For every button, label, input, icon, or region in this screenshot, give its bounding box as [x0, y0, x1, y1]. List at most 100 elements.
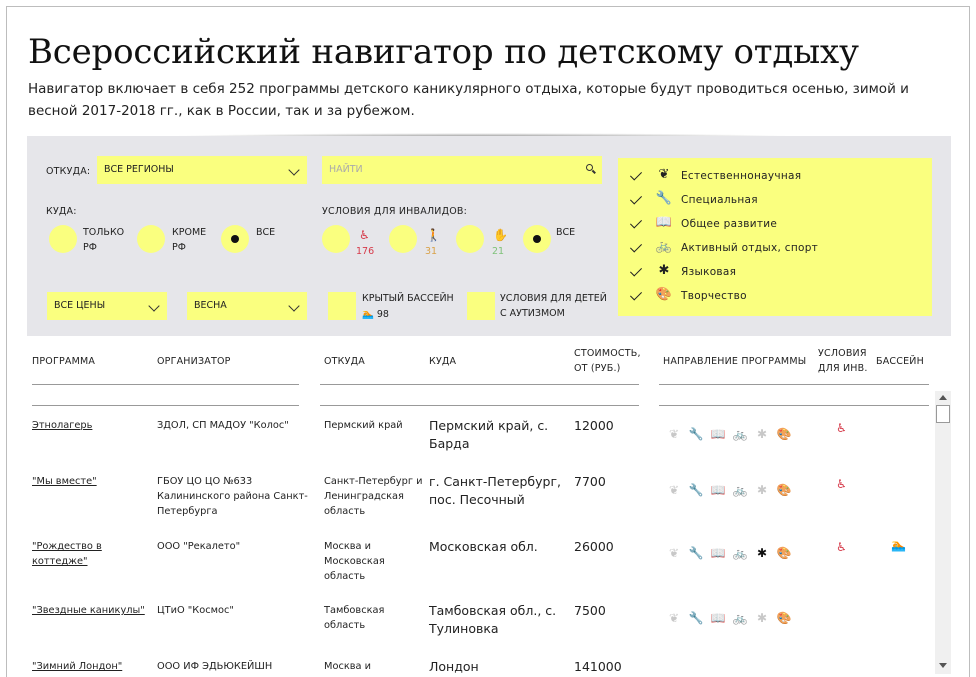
- leaf-icon: ❦: [668, 427, 680, 441]
- program-link[interactable]: "Рождество в коттедже": [32, 539, 147, 569]
- to-only-rf-label: ТОЛЬКО РФ: [83, 227, 125, 253]
- bicycle-icon: 🚲: [732, 483, 748, 497]
- from-label: ОТКУДА:: [46, 166, 91, 177]
- bicycle-icon: 🚲: [655, 239, 673, 254]
- directions-list: ❦ Естественнонаучная 🔧 Специальная 📖 Общ…: [618, 158, 932, 316]
- chevron-down-icon: [148, 300, 160, 312]
- palette-icon: 🎨: [776, 611, 792, 625]
- program-link[interactable]: Этнолагерь: [32, 418, 147, 433]
- organizer-cell: ООО "Рекалето": [157, 541, 241, 552]
- price-select[interactable]: ВСЕ ЦЕНЫ: [47, 292, 167, 320]
- uk-flag-icon: ✱: [658, 263, 670, 278]
- disabled-type1-radio[interactable]: [322, 225, 350, 253]
- app-frame: Всероссийский навигатор по детскому отды…: [6, 6, 970, 677]
- direction-icons: ❦ 🔧 📖 🚲 ✱ 🎨: [663, 479, 795, 497]
- col-header-direction[interactable]: НАПРАВЛЕНИЕ ПРОГРАММЫ: [663, 354, 806, 369]
- search-input[interactable]: НАЙТИ: [322, 156, 602, 184]
- book-icon: 📖: [710, 483, 726, 497]
- direction-item-general[interactable]: 📖 Общее развитие: [625, 212, 925, 236]
- autism-checkbox[interactable]: [467, 292, 495, 320]
- wrench-icon: 🔧: [688, 546, 704, 560]
- disabled-all-radio[interactable]: [523, 225, 551, 253]
- direction-item-natural-science[interactable]: ❦ Естественнонаучная: [625, 164, 925, 188]
- col-header-organizer[interactable]: ОРГАНИЗАТОР: [157, 354, 231, 369]
- leaf-icon: ❦: [668, 546, 680, 560]
- disabled-type3-radio[interactable]: [456, 225, 484, 253]
- book-icon: 📖: [710, 427, 726, 441]
- uk-flag-icon: ✱: [756, 483, 768, 497]
- disabled-type2-radio[interactable]: [389, 225, 417, 253]
- price-cell: 26000: [574, 539, 614, 554]
- bicycle-icon: 🚲: [732, 611, 748, 625]
- disabled-all-label: ВСЕ: [556, 227, 576, 238]
- indoor-pool-checkbox[interactable]: [328, 292, 356, 320]
- from-cell: Пермский край: [324, 420, 403, 431]
- program-link[interactable]: "Зимний Лондон": [32, 659, 157, 674]
- col-header-price[interactable]: СТОИМОСТЬ, ОТ (РУБ.): [574, 346, 641, 376]
- check-icon: [629, 289, 642, 302]
- to-only-rf-radio[interactable]: [49, 225, 77, 253]
- swimmer-icon: 🏊: [362, 309, 374, 320]
- disabled-type3-count: 21: [492, 246, 505, 257]
- check-icon: [629, 265, 642, 278]
- indoor-pool-count: 🏊 98: [362, 309, 389, 320]
- direction-item-language[interactable]: ✱ Языковая: [625, 260, 925, 284]
- direction-item-sport[interactable]: 🚲 Активный отдых, спорт: [625, 236, 925, 260]
- search-icon: [586, 164, 593, 171]
- from-cell: Москва и Московская область: [324, 541, 385, 582]
- palette-icon: 🎨: [655, 287, 673, 302]
- person-icon: 🚶: [426, 228, 441, 242]
- uk-flag-icon: ✱: [756, 546, 768, 560]
- to-cell: Тамбовская обл., с. Тулиновка: [429, 603, 557, 636]
- to-except-rf-radio[interactable]: [137, 225, 165, 253]
- disabled-type1-count: 176: [356, 246, 375, 257]
- col-header-pool[interactable]: БАССЕЙН: [876, 354, 924, 369]
- scroll-up-icon[interactable]: [939, 395, 947, 400]
- from-select-value: ВСЕ РЕГИОНЫ: [104, 164, 174, 175]
- to-all-radio[interactable]: [221, 225, 249, 253]
- page-subtitle: Навигатор включает в себя 252 программы …: [28, 81, 909, 119]
- from-cell: Санкт-Петербург и Ленинградская область: [324, 476, 423, 517]
- direction-item-creative[interactable]: 🎨 Творчество: [625, 284, 925, 308]
- col-header-from[interactable]: ОТКУДА: [324, 354, 365, 369]
- leaf-icon: ❦: [668, 611, 680, 625]
- chevron-down-icon: [288, 164, 300, 176]
- to-cell: г. Санкт-Петербург, пос. Песочный: [429, 474, 561, 507]
- organizer-cell: ЗДОЛ, СП МАДОУ "Колос": [157, 420, 289, 431]
- to-all-label: ВСЕ: [256, 227, 276, 238]
- scroll-down-icon[interactable]: [939, 663, 947, 668]
- wheelchair-icon: ♿: [836, 540, 847, 554]
- price-cell: 7500: [574, 603, 606, 618]
- program-link[interactable]: "Мы вместе": [32, 474, 147, 489]
- col-header-disabled[interactable]: УСЛОВИЯ ДЛЯ ИНВ.: [818, 346, 868, 376]
- header-divider: [659, 384, 929, 385]
- disabled-conditions-label: УСЛОВИЯ ДЛЯ ИНВАЛИДОВ:: [322, 206, 468, 217]
- from-cell: Москва и: [324, 661, 372, 672]
- book-icon: 📖: [655, 215, 673, 230]
- swimmer-icon: 🏊: [891, 538, 906, 552]
- organizer-cell: ГБОУ ЦО ЦО №633 Калининского района Санк…: [157, 476, 308, 517]
- col-header-to[interactable]: КУДА: [429, 354, 456, 369]
- header-divider: [320, 384, 639, 385]
- palette-icon: 🎨: [776, 427, 792, 441]
- indoor-pool-label: КРЫТЫЙ БАССЕЙН: [362, 293, 454, 304]
- from-select[interactable]: ВСЕ РЕГИОНЫ: [97, 156, 307, 184]
- col-header-program[interactable]: ПРОГРАММА: [32, 354, 95, 369]
- season-select[interactable]: ВЕСНА: [187, 292, 307, 320]
- direction-item-special[interactable]: 🔧 Специальная: [625, 188, 925, 212]
- from-cell: Тамбовская область: [324, 605, 385, 631]
- wrench-icon: 🔧: [688, 427, 704, 441]
- autism-label: УСЛОВИЯ ДЛЯ ДЕТЕЙ С АУТИЗМОМ: [500, 293, 607, 319]
- price-cell: 7700: [574, 474, 606, 489]
- uk-flag-icon: ✱: [756, 611, 768, 625]
- program-link[interactable]: "Звездные каникулы": [32, 603, 157, 618]
- palette-icon: 🎨: [776, 483, 792, 497]
- price-cell: 12000: [574, 418, 614, 433]
- table-scrollbar[interactable]: [935, 391, 951, 674]
- book-icon: 📖: [710, 611, 726, 625]
- scroll-thumb[interactable]: [936, 405, 950, 423]
- page-title: Всероссийский навигатор по детскому отды…: [28, 32, 859, 72]
- to-except-rf-label: КРОМЕ РФ: [172, 227, 207, 253]
- season-select-value: ВЕСНА: [194, 300, 227, 311]
- leaf-icon: ❦: [658, 167, 670, 182]
